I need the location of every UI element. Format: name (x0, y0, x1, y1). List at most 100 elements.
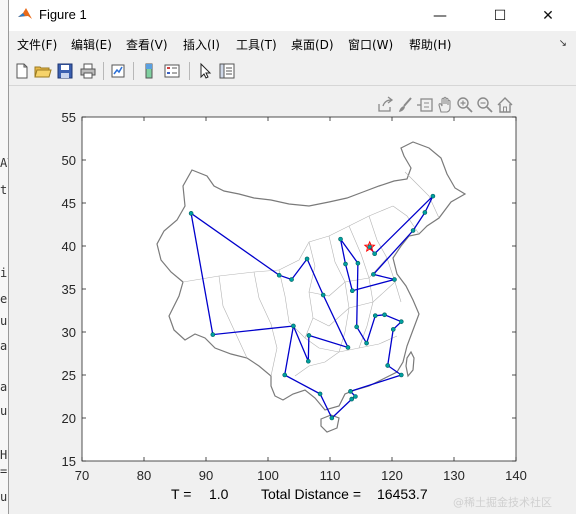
background-text: = (0, 464, 8, 478)
window-title: Figure 1 (39, 7, 87, 22)
city-marker (410, 228, 416, 233)
figure-toolbar (9, 57, 576, 86)
city-marker (343, 261, 348, 267)
minimize-button[interactable]: — (417, 0, 463, 31)
background-text: i (0, 266, 8, 280)
property-inspector-icon[interactable] (218, 62, 236, 80)
menu-help[interactable]: 帮助(H) (409, 36, 451, 53)
tsp-route-plot: 70 80 90 100 110 120 130 140 15 20 25 30 35 40 45 50 55 (62, 110, 527, 483)
city-marker (398, 372, 404, 378)
toolbar-separator (103, 62, 104, 80)
save-icon[interactable] (56, 62, 74, 80)
menu-tools[interactable]: 工具(T) (236, 36, 277, 53)
city-marker (355, 260, 361, 266)
city-marker (354, 324, 359, 330)
city-marker (305, 358, 311, 364)
city-marker (372, 251, 377, 257)
city-marker (348, 389, 353, 394)
city-marker (385, 363, 390, 368)
y-tick-label: 45 (62, 196, 76, 211)
city-marker (276, 272, 282, 278)
plot-area (81, 116, 517, 462)
background-text: e (0, 292, 8, 306)
print-icon[interactable] (79, 62, 97, 80)
maximize-button[interactable]: ☐ (477, 0, 523, 31)
city-marker (390, 327, 396, 332)
toolbar-separator (189, 62, 190, 80)
city-marker (349, 396, 355, 402)
city-marker (382, 312, 387, 318)
background-text: H (0, 448, 8, 462)
x-tick-label: 80 (137, 468, 151, 483)
total-distance-value: 16453.7 (377, 486, 428, 502)
background-text: u (0, 490, 8, 504)
y-tick-label: 20 (62, 411, 76, 426)
background-text: u (0, 404, 8, 418)
city-marker (372, 313, 378, 318)
city-marker (304, 256, 310, 262)
x-tick-label: 120 (381, 468, 403, 483)
figure-window: Figure 1 — ☐ ✕ 文件(F) 编辑(E) 查看(V) 插入(I) 工… (8, 0, 576, 514)
matlab-logo-icon (18, 8, 32, 19)
y-tick-label: 25 (62, 368, 76, 383)
x-tick-label: 70 (75, 468, 89, 483)
link-plot-icon[interactable] (109, 62, 127, 80)
city-marker (398, 319, 404, 324)
menu-bar: 文件(F) 编辑(E) 查看(V) 插入(I) 工具(T) 桌面(D) 窗口(W… (9, 32, 576, 56)
new-figure-icon[interactable] (13, 62, 31, 80)
x-tick-label: 130 (443, 468, 465, 483)
city-marker (329, 415, 335, 421)
x-tick-label: 90 (199, 468, 213, 483)
total-distance-label: Total Distance = (261, 486, 361, 502)
edit-plot-icon[interactable] (196, 62, 214, 80)
city-marker (291, 323, 296, 329)
menu-window[interactable]: 窗口(W) (348, 36, 393, 53)
temperature-label: T = (171, 486, 192, 502)
city-marker (345, 345, 351, 350)
menu-insert[interactable]: 插入(I) (183, 36, 220, 53)
menu-view[interactable]: 查看(V) (126, 36, 168, 53)
watermark: @稀土掘金技术社区 (453, 496, 552, 509)
y-tick-label: 30 (62, 325, 76, 340)
background-text: a (0, 339, 8, 353)
title-bar: Figure 1 — ☐ ✕ (9, 0, 576, 31)
city-marker (364, 340, 369, 346)
city-marker (392, 277, 397, 282)
y-tick-label: 50 (62, 153, 76, 168)
menu-desktop[interactable]: 桌面(D) (291, 36, 334, 53)
city-marker (317, 391, 323, 397)
minimize-icon: — (433, 7, 447, 24)
city-marker (422, 210, 428, 215)
x-tick-label: 100 (257, 468, 279, 483)
colorbar-icon[interactable] (140, 62, 158, 80)
menu-file[interactable]: 文件(F) (17, 36, 57, 53)
y-tick-label: 40 (62, 239, 76, 254)
y-tick-label: 15 (62, 454, 76, 469)
background-text: u (0, 314, 8, 328)
maximize-icon: ☐ (493, 7, 507, 24)
city-marker (338, 236, 343, 242)
close-icon: ✕ (542, 7, 554, 24)
city-marker (320, 292, 326, 298)
background-text: a (0, 380, 8, 394)
city-marker (210, 332, 216, 337)
city-marker (306, 333, 312, 338)
open-file-icon[interactable] (34, 62, 52, 80)
close-button[interactable]: ✕ (525, 0, 571, 31)
city-marker (430, 193, 436, 199)
city-marker (289, 277, 294, 282)
toolbar-separator (133, 62, 134, 80)
city-marker (282, 372, 288, 378)
legend-icon[interactable] (163, 62, 181, 80)
x-tick-label: 140 (505, 468, 527, 483)
y-tick-label: 55 (62, 110, 76, 125)
y-tick-label: 35 (62, 282, 76, 297)
city-marker (371, 272, 376, 277)
city-marker (353, 394, 358, 399)
x-tick-label: 110 (320, 468, 341, 483)
temperature-value: 1.0 (209, 486, 229, 502)
menu-edit[interactable]: 编辑(E) (71, 36, 112, 53)
city-marker (188, 211, 194, 216)
menu-overflow-icon[interactable]: ↘ (559, 38, 567, 49)
city-marker (350, 288, 355, 294)
